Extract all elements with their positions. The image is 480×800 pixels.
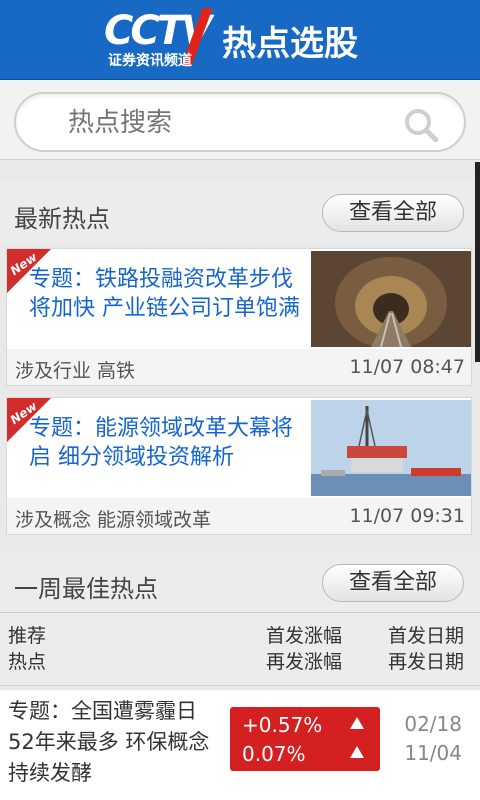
first-change: +0.57% — [242, 713, 323, 737]
logo-subtitle: 证券资讯频道 — [108, 53, 192, 69]
table-row[interactable]: 专题：全国遭雾霾日52年来最多 环保概念持续发酵 +0.57% 0.07% 02… — [0, 690, 480, 800]
table-header: 推荐 热点 首发涨幅 再发涨幅 首发日期 再发日期 — [0, 612, 480, 686]
search-box[interactable] — [14, 92, 466, 152]
scrollbar[interactable] — [475, 162, 480, 362]
news-card[interactable]: New 专题：能源领域改革大幕将启 细分领域投资解析 涉及概念 能源领域改革 1… — [6, 397, 472, 535]
col-date-line1: 首发日期 — [388, 625, 465, 647]
second-change: 0.07% — [242, 742, 306, 766]
news-meta: 涉及行业 高铁 11/07 08:47 — [7, 349, 471, 385]
col-change-line1: 首发涨幅 — [266, 625, 343, 647]
cctv-logo: CCTV 证券资讯频道 — [104, 8, 218, 72]
up-arrow-icon — [350, 717, 364, 729]
app-header: CCTV 证券资讯频道 热点选股 — [0, 0, 480, 80]
first-date: 02/18 — [404, 712, 462, 736]
news-meta: 涉及概念 能源领域改革 11/07 09:31 — [7, 498, 471, 534]
up-arrow-icon — [350, 746, 364, 758]
col-hotspot-line1: 推荐 — [8, 625, 47, 647]
news-time: 11/07 08:47 — [349, 356, 465, 378]
weekly-section-title: 一周最佳热点 — [14, 575, 158, 603]
search-icon[interactable] — [404, 108, 438, 142]
latest-view-all-button[interactable]: 查看全部 — [322, 194, 464, 232]
change-badge: +0.57% 0.07% — [230, 707, 380, 771]
weekly-section-header: 一周最佳热点 查看全部 — [0, 552, 480, 614]
col-change-header: 首发涨幅 再发涨幅 — [266, 623, 342, 675]
weekly-view-all-button[interactable]: 查看全部 — [322, 564, 464, 602]
news-card[interactable]: New 专题：铁路投融资改革步伐将加快 产业链公司订单饱满 涉及行业 高铁 11… — [6, 248, 472, 386]
offshore-platform-image — [311, 400, 471, 496]
railway-tunnel-image — [311, 251, 471, 347]
row-title[interactable]: 专题：全国遭雾霾日52年来最多 环保概念持续发酵 — [8, 696, 222, 789]
col-hotspot-line2: 热点 — [8, 651, 47, 673]
page-title: 热点选股 — [222, 24, 358, 64]
col-hotspot-header: 推荐 热点 — [8, 623, 46, 675]
col-date-header: 首发日期 再发日期 — [388, 623, 464, 675]
news-title[interactable]: 专题：铁路投融资改革步伐将加快 产业链公司订单饱满 — [29, 265, 309, 323]
col-date-line2: 再发日期 — [388, 651, 465, 673]
news-tag: 涉及行业 高铁 — [15, 360, 136, 382]
second-date: 11/04 — [404, 741, 462, 765]
latest-section-title: 最新热点 — [14, 205, 110, 233]
news-time: 11/07 09:31 — [349, 505, 465, 527]
search-bar — [0, 80, 480, 160]
search-input[interactable] — [68, 106, 388, 140]
news-tag: 涉及概念 能源领域改革 — [15, 509, 212, 531]
col-change-line2: 再发涨幅 — [266, 651, 343, 673]
latest-section-header: 最新热点 查看全部 — [0, 182, 480, 244]
news-title[interactable]: 专题：能源领域改革大幕将启 细分领域投资解析 — [29, 414, 309, 472]
